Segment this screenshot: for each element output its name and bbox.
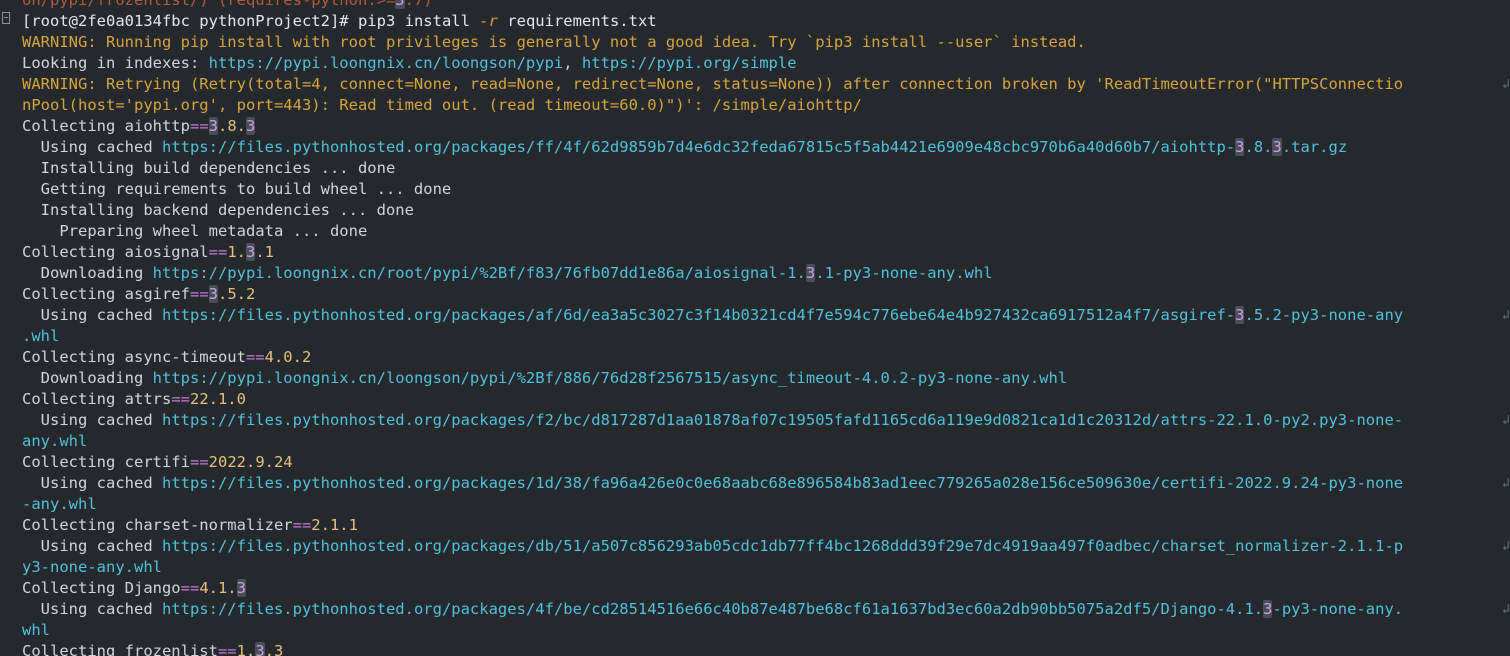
collecting-line: Collecting aiohttp==3.8.3 bbox=[22, 117, 256, 135]
line-wrap-icon: ↲ bbox=[1502, 413, 1510, 428]
package-url-link[interactable]: https://files.pythonhosted.org/packages/… bbox=[162, 138, 1347, 156]
url-continuation[interactable]: -any.whl bbox=[22, 494, 1510, 515]
url-continuation[interactable]: whl bbox=[22, 620, 1510, 641]
line-wrap-icon: ↲ bbox=[1502, 602, 1510, 617]
command-flag: -r bbox=[479, 12, 498, 30]
warning-root: WARNING: Running pip install with root p… bbox=[22, 33, 1086, 51]
collecting-line: Collecting asgiref==3.5.2 bbox=[22, 285, 256, 303]
terminal-output: on/pypi/frozenlist/) (requires-python:>=… bbox=[22, 0, 1510, 656]
collecting-line: Collecting Django==4.1.3 bbox=[22, 579, 246, 597]
indexes-line: Looking in indexes: https://pypi.loongni… bbox=[22, 54, 797, 72]
shell-prompt: [root@2fe0a0134fbc pythonProject2]# bbox=[22, 12, 349, 30]
cached-line: Using cached https://files.pythonhosted.… bbox=[22, 411, 1510, 429]
command-line: [root@2fe0a0134fbc pythonProject2]# pip3… bbox=[22, 11, 1510, 32]
package-url-link[interactable]: https://files.pythonhosted.org/packages/… bbox=[162, 306, 1403, 324]
line-wrap-icon: ↲ bbox=[1502, 308, 1510, 323]
package-url-link[interactable]: https://files.pythonhosted.org/packages/… bbox=[162, 474, 1403, 492]
collecting-line: Collecting attrs==22.1.0 bbox=[22, 390, 246, 408]
command-text: pip3 install bbox=[357, 12, 480, 30]
build-step-line: Installing build dependencies ... done bbox=[22, 159, 396, 177]
index-url-link[interactable]: https://pypi.loongnix.cn/loongson/pypi bbox=[209, 54, 564, 72]
collecting-line: Collecting frozenlist==1.3.3 bbox=[22, 641, 1510, 656]
line-wrap-icon: ↲ bbox=[1502, 476, 1510, 491]
collecting-line: Collecting charset-normalizer==2.1.1 bbox=[22, 516, 358, 534]
terminal-line: on/pypi/frozenlist/) (requires-python:>=… bbox=[22, 0, 1510, 11]
collecting-line: Collecting certifi==2022.9.24 bbox=[22, 453, 293, 471]
fold-marker-icon[interactable] bbox=[2, 12, 10, 24]
cached-line: Using cached https://files.pythonhosted.… bbox=[22, 537, 1510, 555]
cached-line: Using cached https://files.pythonhosted.… bbox=[22, 138, 1348, 156]
package-url-link[interactable]: https://files.pythonhosted.org/packages/… bbox=[162, 600, 1403, 618]
collecting-line: Collecting aiosignal==1.3.1 bbox=[22, 243, 274, 261]
url-continuation[interactable]: any.whl bbox=[22, 431, 1510, 452]
cached-line: Using cached https://files.pythonhosted.… bbox=[22, 306, 1510, 324]
build-step-line: Getting requirements to build wheel ... … bbox=[22, 180, 452, 198]
package-url-link[interactable]: https://pypi.loongnix.cn/loongson/pypi/%… bbox=[153, 369, 1068, 387]
download-line: Downloading https://pypi.loongnix.cn/roo… bbox=[22, 264, 993, 282]
line-wrap-icon: ↲ bbox=[1502, 539, 1510, 554]
package-url-link[interactable]: https://pypi.loongnix.cn/root/pypi/%2Bf/… bbox=[153, 264, 993, 282]
warning-retry-cont: nPool(host='pypi.org', port=443): Read t… bbox=[22, 96, 862, 114]
build-step-line: Installing backend dependencies ... done bbox=[22, 201, 414, 219]
terminal-gutter bbox=[0, 0, 14, 656]
cached-line: Using cached https://files.pythonhosted.… bbox=[22, 600, 1510, 618]
download-line: Downloading https://pypi.loongnix.cn/loo… bbox=[22, 369, 1068, 387]
package-url-link[interactable]: https://files.pythonhosted.org/packages/… bbox=[162, 537, 1403, 555]
index-url-link[interactable]: https://pypi.org/simple bbox=[582, 54, 797, 72]
url-continuation[interactable]: y3-none-any.whl bbox=[22, 557, 1510, 578]
url-continuation[interactable]: .whl bbox=[22, 326, 1510, 347]
build-step-line: Preparing wheel metadata ... done bbox=[22, 222, 368, 240]
command-arg: requirements.txt bbox=[497, 12, 657, 30]
terminal-window[interactable]: on/pypi/frozenlist/) (requires-python:>=… bbox=[0, 0, 1510, 656]
package-url-link[interactable]: https://files.pythonhosted.org/packages/… bbox=[162, 411, 1403, 429]
line-wrap-icon: ↲ bbox=[1502, 77, 1510, 92]
cached-line: Using cached https://files.pythonhosted.… bbox=[22, 474, 1510, 492]
collecting-line: Collecting async-timeout==4.0.2 bbox=[22, 348, 312, 366]
warning-retry: WARNING: Retrying (Retry(total=4, connec… bbox=[22, 75, 1510, 93]
